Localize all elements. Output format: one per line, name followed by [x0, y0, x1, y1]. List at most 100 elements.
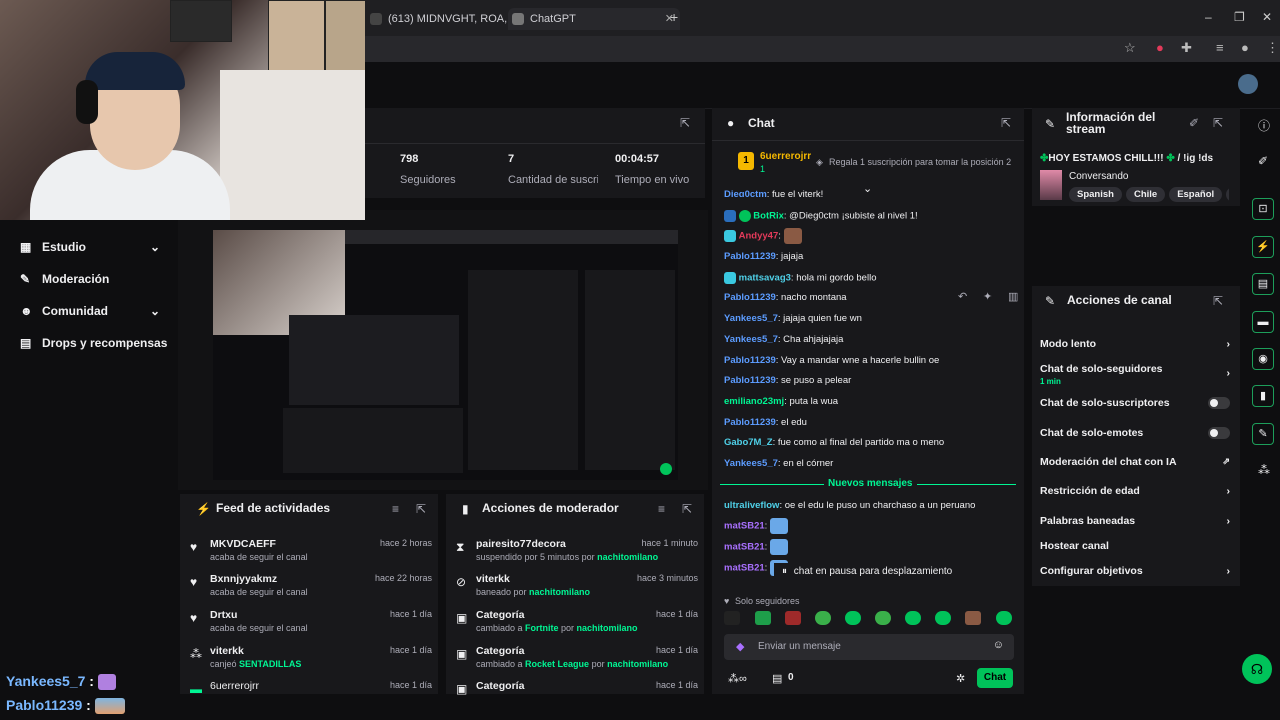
chat-username[interactable]: emiliano23mj: [724, 396, 784, 407]
browser-tab-chatgpt[interactable]: ChatGPT ✕: [508, 8, 680, 30]
channel-points-icon[interactable]: ⁂∞: [728, 672, 747, 685]
emote-image[interactable]: [996, 611, 1012, 625]
emote-image[interactable]: [875, 611, 891, 625]
filter-icon[interactable]: ≡: [392, 502, 399, 516]
subs-only-toggle[interactable]: [1208, 397, 1230, 409]
category-name[interactable]: Conversando: [1069, 171, 1128, 182]
chat-username[interactable]: matSB21: [724, 521, 765, 532]
nav-item-estudio[interactable]: ▦ Estudio ⌄: [20, 237, 160, 257]
pin-icon[interactable]: ✦: [983, 290, 992, 303]
emote-image[interactable]: [845, 611, 861, 625]
moderator-name[interactable]: nachitomilano: [607, 659, 668, 669]
wrench-icon[interactable]: ✎: [1252, 423, 1274, 445]
shield-icon[interactable]: ▮: [1252, 385, 1274, 407]
popout-icon[interactable]: ⇱: [1213, 116, 1223, 130]
filter-icon[interactable]: ≡: [658, 502, 665, 516]
tag-pill[interactable]: nac: [1226, 187, 1229, 202]
chat-username[interactable]: mattsavag3: [739, 273, 791, 284]
chat-username[interactable]: BotRix: [753, 211, 784, 222]
emote-image[interactable]: [815, 611, 831, 625]
chat-username[interactable]: Yankees5_7: [724, 334, 778, 345]
lightning-icon[interactable]: ⚡: [1252, 236, 1274, 258]
chat-username[interactable]: Pablo11239: [724, 417, 776, 428]
edit-pencil-icon[interactable]: ✐: [1189, 116, 1199, 130]
broadcast-icon[interactable]: ◉: [1252, 348, 1274, 370]
popout-icon[interactable]: ⇱: [1001, 116, 1011, 130]
chat-username[interactable]: Yankees5_7: [724, 313, 778, 324]
emote-image[interactable]: [935, 611, 951, 625]
setting-subs-only[interactable]: Chat de solo-suscriptores: [1040, 397, 1230, 409]
popout-icon[interactable]: ⇱: [1213, 294, 1223, 308]
chat-username[interactable]: Pablo11239: [724, 292, 776, 303]
edit-pencil-icon[interactable]: ✐: [1258, 154, 1268, 168]
emote-image[interactable]: [785, 611, 801, 625]
chat-username[interactable]: Dieg0ctm: [724, 189, 767, 197]
mod-target[interactable]: pairesito77decora: [476, 538, 566, 550]
category-box-art[interactable]: [1040, 170, 1062, 200]
extensions-puzzle-icon[interactable]: ✚: [1181, 40, 1192, 56]
chat-bubble-icon[interactable]: ▬: [1252, 311, 1274, 333]
chat-username[interactable]: Pablo11239: [724, 375, 776, 386]
chat-username[interactable]: matSB21: [724, 542, 765, 553]
stream-preview-video[interactable]: [213, 230, 678, 480]
setting-followers-only[interactable]: Chat de solo-seguidores 1 min ›: [1040, 363, 1230, 387]
tag-pill[interactable]: Español: [1169, 187, 1223, 202]
game-name[interactable]: Rocket League: [525, 659, 589, 669]
popout-icon[interactable]: ⇱: [682, 502, 692, 516]
maximize-button[interactable]: ❐: [1234, 10, 1245, 24]
media-control-icon[interactable]: ≡: [1216, 40, 1224, 55]
minimize-button[interactable]: –: [1205, 10, 1212, 24]
delete-icon[interactable]: ▥: [1008, 290, 1018, 303]
emote-image[interactable]: [724, 611, 740, 625]
chat-username[interactable]: Pablo11239: [724, 251, 776, 262]
popout-icon[interactable]: ⇱: [416, 502, 426, 516]
chat-username[interactable]: matSB21: [724, 563, 765, 574]
tag-pill[interactable]: Chile: [1125, 187, 1166, 202]
setting-emotes-only[interactable]: Chat de solo-emotes: [1040, 427, 1230, 439]
setting-goals[interactable]: Configurar objetivos ›: [1040, 565, 1230, 577]
activity-user[interactable]: Drtxu: [210, 609, 237, 621]
nav-item-comunidad[interactable]: ☻ Comunidad ⌄: [20, 301, 160, 321]
setting-ai-moderation[interactable]: Moderación del chat con IA ⇗: [1040, 456, 1230, 468]
close-window-button[interactable]: ✕: [1262, 10, 1272, 24]
profile-avatar-icon[interactable]: ●: [1241, 40, 1249, 55]
chat-username[interactable]: ultraliveflow: [724, 500, 779, 511]
bits-icon[interactable]: ◆: [736, 640, 744, 653]
nav-item-moderacion[interactable]: ✎ Moderación: [20, 269, 160, 289]
extension-record-icon[interactable]: ●: [1156, 40, 1164, 55]
activity-user[interactable]: Bxnnjyyakmz: [210, 573, 277, 585]
reply-icon[interactable]: ↶: [958, 290, 967, 303]
moderator-name[interactable]: nachitomilano: [577, 623, 638, 633]
quick-action-icon[interactable]: ⊡: [1252, 198, 1274, 220]
setting-banned-words[interactable]: Palabras baneadas ›: [1040, 515, 1230, 527]
collapse-chevron-icon[interactable]: ⌄: [863, 182, 872, 195]
activity-user[interactable]: MKVDCAEFF: [210, 538, 276, 550]
emotes-only-toggle[interactable]: [1208, 427, 1230, 439]
chat-input[interactable]: ◆ Enviar un mensaje ☺: [724, 634, 1014, 660]
channel-points-icon[interactable]: ⁂: [1258, 463, 1270, 477]
nav-item-drops[interactable]: ▤ Drops y recompensas: [20, 333, 180, 353]
popout-icon[interactable]: ⇱: [680, 116, 690, 130]
treasure-icon[interactable]: ▤: [772, 672, 782, 685]
emote-picker-icon[interactable]: ☺: [993, 639, 1004, 651]
activity-user[interactable]: 6uerrerojrr: [210, 680, 259, 692]
chat-settings-gear-icon[interactable]: ✲: [956, 672, 965, 685]
document-icon[interactable]: ▤: [1252, 273, 1274, 295]
setting-host-channel[interactable]: Hostear canal: [1040, 540, 1230, 552]
pinned-user[interactable]: 6uerrerojrr: [760, 151, 811, 162]
bookmark-star-icon[interactable]: ☆: [1124, 40, 1136, 56]
browser-tab-youtube[interactable]: (613) MIDNVGHT, ROA, MORA ✕: [366, 8, 528, 47]
emote-image[interactable]: [905, 611, 921, 625]
chat-send-button[interactable]: Chat: [977, 668, 1013, 688]
setting-age-restriction[interactable]: Restricción de edad ›: [1040, 485, 1230, 497]
moderator-name[interactable]: nachitomilano: [597, 552, 658, 562]
emote-image[interactable]: [755, 611, 771, 625]
chat-username[interactable]: Pablo11239: [724, 355, 776, 366]
chat-username[interactable]: Andyy47: [739, 231, 779, 242]
user-avatar[interactable]: [1238, 74, 1258, 94]
activity-user[interactable]: viterkk: [210, 645, 244, 657]
browser-menu-icon[interactable]: ⋮: [1266, 40, 1279, 56]
info-icon[interactable]: ⓘ: [1258, 117, 1270, 134]
chat-username[interactable]: Yankees5_7: [724, 458, 778, 469]
mod-target[interactable]: viterkk: [476, 573, 510, 585]
